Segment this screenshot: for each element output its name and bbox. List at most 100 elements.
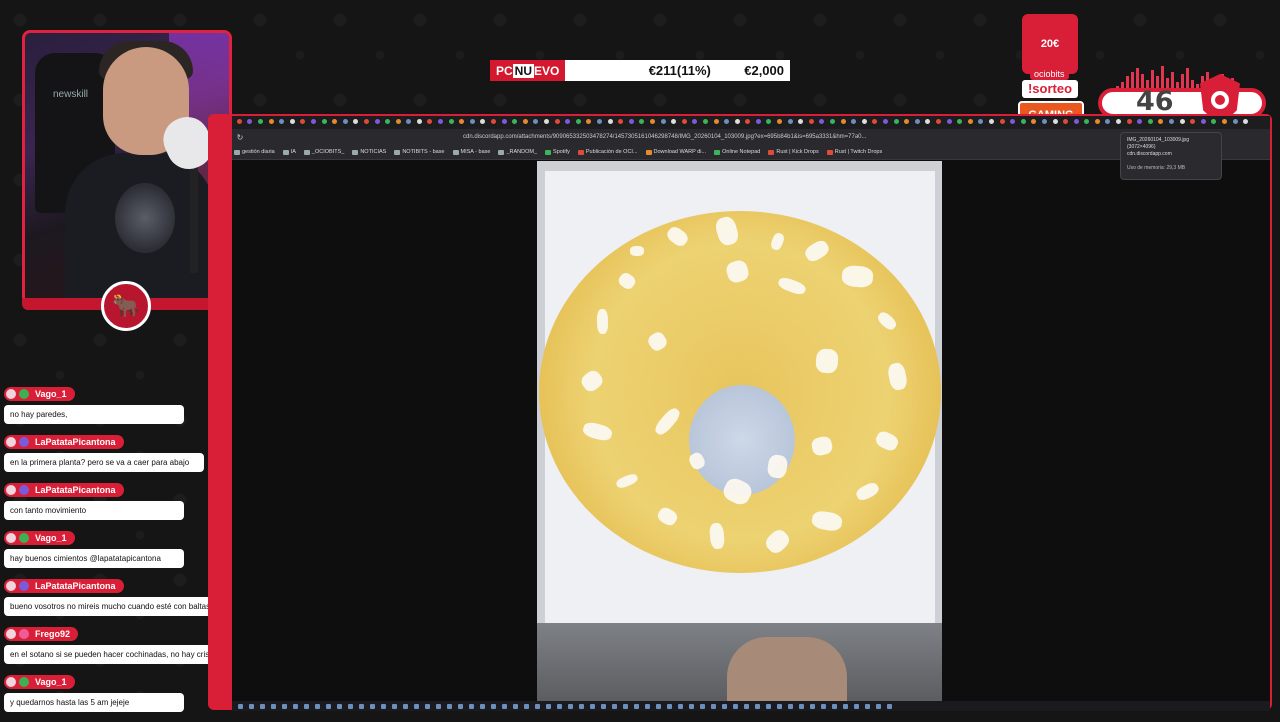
browser-tab[interactable] bbox=[573, 119, 584, 126]
bookmark-item[interactable]: Online Notepad bbox=[714, 149, 760, 155]
taskbar-app-icon[interactable] bbox=[777, 703, 782, 709]
browser-tab[interactable] bbox=[1082, 119, 1093, 126]
taskbar-app-icon[interactable] bbox=[667, 703, 672, 709]
taskbar-app-icon[interactable] bbox=[689, 703, 694, 709]
taskbar-app-icon[interactable] bbox=[381, 703, 386, 709]
browser-tab[interactable] bbox=[372, 119, 383, 126]
bookmark-item[interactable]: _RANDOM_ bbox=[498, 149, 537, 155]
browser-tab[interactable] bbox=[329, 119, 340, 126]
taskbar-app-icon[interactable] bbox=[722, 703, 727, 709]
browser-tab[interactable] bbox=[965, 119, 976, 126]
taskbar-app-icon[interactable] bbox=[304, 703, 309, 709]
browser-tab[interactable] bbox=[1198, 119, 1209, 126]
browser-tab[interactable] bbox=[1071, 119, 1082, 126]
bookmark-item[interactable]: Rust | Twitch Drops bbox=[826, 149, 882, 155]
browser-tab[interactable] bbox=[584, 119, 595, 126]
bookmark-item[interactable]: _OCIOBITS_ bbox=[303, 149, 344, 155]
browser-tab[interactable] bbox=[817, 119, 828, 126]
taskbar-app-icon[interactable] bbox=[425, 703, 430, 709]
browser-tab[interactable] bbox=[901, 119, 912, 126]
address-bar[interactable]: ↻ cdn.discordapp.com/attachments/9090653… bbox=[232, 129, 1270, 145]
browser-tab[interactable] bbox=[986, 119, 997, 126]
bookmark-item[interactable]: NOTICIAS bbox=[352, 149, 386, 155]
browser-tab[interactable] bbox=[774, 119, 785, 126]
browser-tab[interactable] bbox=[361, 119, 372, 126]
taskbar-app-icon[interactable] bbox=[293, 703, 298, 709]
taskbar-app-icon[interactable] bbox=[590, 703, 595, 709]
browser-tab[interactable] bbox=[298, 119, 309, 126]
browser-tab[interactable] bbox=[1029, 119, 1040, 126]
browser-tab[interactable] bbox=[1103, 119, 1114, 126]
taskbar-app-icon[interactable] bbox=[799, 703, 804, 709]
browser-tab[interactable] bbox=[626, 119, 637, 126]
taskbar-app-icon[interactable] bbox=[524, 703, 529, 709]
taskbar-app-icon[interactable] bbox=[359, 703, 364, 709]
browser-tab[interactable] bbox=[806, 119, 817, 126]
bookmark-item[interactable]: NOTIBITS - base bbox=[394, 149, 445, 155]
taskbar-app-icon[interactable] bbox=[656, 703, 661, 709]
browser-tab[interactable] bbox=[732, 119, 743, 126]
taskbar-app-icon[interactable] bbox=[458, 703, 463, 709]
browser-tab[interactable] bbox=[255, 119, 266, 126]
taskbar-app-icon[interactable] bbox=[733, 703, 738, 709]
browser-tab[interactable] bbox=[923, 119, 934, 126]
taskbar-app-icon[interactable] bbox=[601, 703, 606, 709]
taskbar-app-icon[interactable] bbox=[502, 703, 507, 709]
taskbar-app-icon[interactable] bbox=[557, 703, 562, 709]
browser-tab[interactable] bbox=[541, 119, 552, 126]
taskbar-app-icon[interactable] bbox=[315, 703, 320, 709]
browser-tab[interactable] bbox=[647, 119, 658, 126]
browser-tab[interactable] bbox=[753, 119, 764, 126]
reload-icon[interactable]: ↻ bbox=[232, 133, 248, 142]
bookmark-item[interactable]: MISA - base bbox=[452, 149, 490, 155]
bookmark-item[interactable]: Spotify bbox=[545, 149, 570, 155]
browser-tab[interactable] bbox=[435, 119, 446, 126]
browser-tab[interactable] bbox=[764, 119, 775, 126]
taskbar-app-icon[interactable] bbox=[744, 703, 749, 709]
browser-tab[interactable] bbox=[721, 119, 732, 126]
taskbar-app-icon[interactable] bbox=[623, 703, 628, 709]
browser-tab[interactable] bbox=[891, 119, 902, 126]
browser-tab[interactable] bbox=[912, 119, 923, 126]
taskbar-app-icon[interactable] bbox=[678, 703, 683, 709]
browser-tab[interactable] bbox=[382, 119, 393, 126]
browser-tab[interactable] bbox=[880, 119, 891, 126]
browser-tab[interactable] bbox=[679, 119, 690, 126]
browser-tab[interactable] bbox=[478, 119, 489, 126]
taskbar-app-icon[interactable] bbox=[326, 703, 331, 709]
browser-tab[interactable] bbox=[404, 119, 415, 126]
browser-tab[interactable] bbox=[531, 119, 542, 126]
taskbar-app-icon[interactable] bbox=[645, 703, 650, 709]
taskbar-app-icon[interactable] bbox=[634, 703, 639, 709]
taskbar-app-icon[interactable] bbox=[271, 703, 276, 709]
browser-tab[interactable] bbox=[499, 119, 510, 126]
browser-tab[interactable] bbox=[1209, 119, 1220, 126]
bookmark-item[interactable]: IA bbox=[282, 149, 296, 155]
taskbar-app-icon[interactable] bbox=[447, 703, 452, 709]
browser-tab[interactable] bbox=[870, 119, 881, 126]
taskbar-app-icon[interactable] bbox=[436, 703, 441, 709]
browser-tab[interactable] bbox=[1187, 119, 1198, 126]
browser-tab[interactable] bbox=[1156, 119, 1167, 126]
browser-tab[interactable] bbox=[690, 119, 701, 126]
browser-tab[interactable] bbox=[1134, 119, 1145, 126]
tab-strip[interactable] bbox=[232, 116, 1270, 129]
browser-tab[interactable] bbox=[700, 119, 711, 126]
browser-tab[interactable] bbox=[562, 119, 573, 126]
browser-tab[interactable] bbox=[1240, 119, 1251, 126]
browser-tab[interactable] bbox=[319, 119, 330, 126]
taskbar-app-icon[interactable] bbox=[821, 703, 826, 709]
taskbar-app-icon[interactable] bbox=[766, 703, 771, 709]
taskbar-app-icon[interactable] bbox=[337, 703, 342, 709]
browser-tab[interactable] bbox=[637, 119, 648, 126]
browser-tab[interactable] bbox=[509, 119, 520, 126]
taskbar-app-icon[interactable] bbox=[755, 703, 760, 709]
browser-tab[interactable] bbox=[933, 119, 944, 126]
bookmark-item[interactable]: Publicación de OCI... bbox=[577, 149, 638, 155]
browser-tab[interactable] bbox=[234, 119, 245, 126]
browser-tab[interactable] bbox=[795, 119, 806, 126]
browser-tab[interactable] bbox=[1007, 119, 1018, 126]
browser-tab[interactable] bbox=[605, 119, 616, 126]
taskbar-app-icon[interactable] bbox=[579, 703, 584, 709]
taskbar-app-icon[interactable] bbox=[832, 703, 837, 709]
